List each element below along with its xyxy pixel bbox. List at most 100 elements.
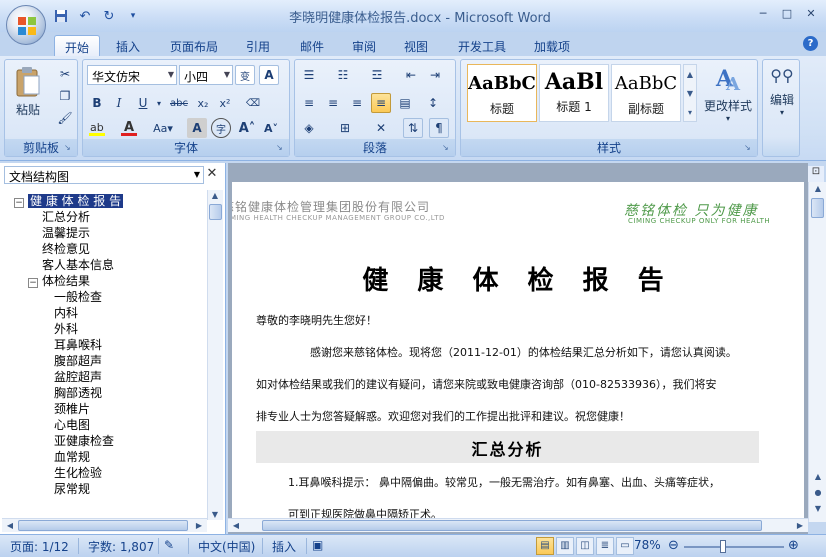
nav-item[interactable]: 胸部透视 — [54, 384, 102, 401]
subscript-icon[interactable]: x₂ — [193, 93, 213, 113]
scroll-up-icon[interactable]: ▲ — [811, 184, 825, 193]
style-title[interactable]: AaBbC 标题 — [467, 64, 537, 122]
font-name-combo[interactable]: 华文仿宋 ▼ — [87, 65, 177, 85]
align-left-icon[interactable]: ≡ — [299, 93, 319, 113]
nav-item[interactable]: 汇总分析 — [42, 208, 90, 225]
document-vscroll[interactable]: ▲ ▲ ● ▼ — [808, 182, 826, 522]
nav-item[interactable]: 客人基本信息 — [42, 256, 114, 273]
line-spacing-icon[interactable]: ↕ — [423, 93, 443, 113]
close-pane-icon[interactable]: ✕ — [205, 166, 219, 184]
scroll-thumb[interactable] — [18, 520, 188, 531]
document-hscroll[interactable]: ◀ ▶ — [228, 518, 808, 532]
save-icon[interactable] — [52, 7, 70, 25]
scroll-up-icon[interactable]: ▲ — [208, 191, 222, 200]
browse-object-icon[interactable]: ● — [811, 488, 825, 497]
language-indicator[interactable]: 中文(中国) — [198, 538, 255, 555]
nav-item[interactable]: 腹部超声 — [54, 352, 102, 369]
minimize-button[interactable]: ─ — [752, 4, 774, 22]
sort-icon[interactable]: ⇅ — [403, 118, 423, 138]
full-screen-reading-icon[interactable]: ▥ — [556, 537, 574, 555]
strikethrough-icon[interactable]: abc — [169, 93, 189, 113]
nav-item[interactable]: 耳鼻喉科 — [54, 336, 102, 353]
customize-qat-icon[interactable]: ▾ — [124, 7, 142, 25]
collapse-toggle-icon[interactable]: − — [28, 278, 38, 288]
font-size-combo[interactable]: 小四 ▼ — [179, 65, 233, 85]
numbering-icon[interactable]: ☷ — [333, 65, 353, 85]
scroll-right-icon[interactable]: ▶ — [793, 521, 807, 530]
scroll-right-icon[interactable]: ▶ — [192, 521, 206, 530]
font-color-icon[interactable]: A — [119, 118, 139, 138]
tab-home[interactable]: 开始 — [54, 35, 101, 56]
nav-item[interactable]: 生化检验 — [54, 464, 102, 481]
tab-view[interactable]: 视图 — [394, 35, 438, 56]
shading-icon[interactable]: ◈ — [299, 118, 319, 138]
nav-item[interactable]: 颈椎片 — [54, 400, 90, 417]
editing-button[interactable]: ⚲⚲ 编辑 ▾ — [767, 66, 797, 132]
style-heading1[interactable]: AaBl 标题 1 — [539, 64, 609, 122]
align-center-icon[interactable]: ≡ — [323, 93, 343, 113]
enclose-char-icon[interactable]: 字 — [211, 118, 231, 138]
document-map-selector[interactable]: 文档结构图 ▼ — [4, 166, 204, 184]
increase-indent-icon[interactable]: ⇥ — [425, 65, 445, 85]
print-layout-icon[interactable]: ▤ — [536, 537, 554, 555]
borders-icon[interactable]: ⊞ — [335, 118, 355, 138]
tab-insert[interactable]: 插入 — [106, 35, 150, 56]
tab-addins[interactable]: 加载项 — [524, 35, 580, 56]
nav-item[interactable]: 尿常规 — [54, 480, 90, 497]
zoom-slider[interactable] — [684, 546, 784, 548]
bold-icon[interactable]: B — [87, 93, 107, 113]
grow-font-icon[interactable]: A˄ — [237, 118, 257, 138]
show-marks-icon[interactable]: ¶ — [429, 118, 449, 138]
format-painter-icon[interactable]: 🖌 — [55, 108, 75, 128]
nav-item[interactable]: 一般检查 — [54, 288, 102, 305]
nav-item[interactable]: 盆腔超声 — [54, 368, 102, 385]
multilevel-list-icon[interactable]: ☲ — [367, 65, 387, 85]
ruler-toggle-icon[interactable]: ⊡ — [808, 166, 824, 182]
page-count[interactable]: 页面: 1/12 — [10, 538, 69, 555]
zoom-in-icon[interactable]: ⊕ — [788, 538, 799, 553]
tab-references[interactable]: 引用 — [236, 35, 280, 56]
nav-item[interactable]: 心电图 — [54, 416, 90, 433]
redo-icon[interactable]: ↻ — [100, 7, 118, 25]
font-launcher-icon[interactable]: ↘ — [276, 143, 286, 153]
font-size-menu-icon[interactable]: Aa▾ — [153, 118, 173, 138]
change-case-icon[interactable]: 变 — [235, 65, 255, 85]
undo-icon[interactable]: ↶ — [76, 7, 94, 25]
tab-review[interactable]: 审阅 — [342, 35, 386, 56]
tab-page-layout[interactable]: 页面布局 — [160, 35, 228, 56]
char-shading-icon[interactable]: A — [187, 118, 207, 138]
shrink-font-icon[interactable]: A˅ — [261, 118, 281, 138]
office-button[interactable] — [6, 5, 46, 45]
close-button[interactable]: ✕ — [800, 4, 822, 22]
paste-button[interactable]: 粘贴 — [11, 66, 45, 126]
nav-item[interactable]: 亚健康检查 — [54, 432, 114, 449]
decrease-indent-icon[interactable]: ⇤ — [401, 65, 421, 85]
previous-page-icon[interactable]: ▲ — [811, 472, 825, 481]
paragraph-launcher-icon[interactable]: ↘ — [442, 143, 452, 153]
char-border-icon[interactable]: A — [259, 65, 279, 85]
nav-item[interactable]: 血常规 — [54, 448, 90, 465]
next-page-icon[interactable]: ▼ — [811, 504, 825, 513]
superscript-icon[interactable]: x² — [215, 93, 235, 113]
proofing-icon[interactable]: ✎ — [164, 538, 174, 552]
justify-icon[interactable]: ≡ — [371, 93, 391, 113]
distributed-icon[interactable]: ▤ — [395, 93, 415, 113]
nav-item[interactable]: − 健 康 体 检 报 告 — [14, 192, 124, 209]
cut-icon[interactable]: ✂ — [55, 64, 75, 84]
highlight-icon[interactable]: ab — [87, 118, 107, 138]
scroll-left-icon[interactable]: ◀ — [229, 521, 243, 530]
styles-scroll[interactable]: ▲ ▼ ▾ — [683, 64, 697, 122]
insert-mode[interactable]: 插入 — [272, 538, 296, 555]
scroll-down-icon[interactable]: ▼ — [208, 510, 222, 519]
styles-launcher-icon[interactable]: ↘ — [744, 143, 754, 153]
change-styles-button[interactable]: AA 更改样式 ▾ — [701, 64, 755, 130]
outline-view-icon[interactable]: ≣ — [596, 537, 614, 555]
web-layout-icon[interactable]: ◫ — [576, 537, 594, 555]
copy-icon[interactable]: ❐ — [55, 86, 75, 106]
italic-icon[interactable]: I — [109, 93, 129, 113]
zoom-slider-thumb[interactable] — [720, 540, 726, 553]
nav-item[interactable]: 内科 — [54, 304, 78, 321]
chevron-down-icon[interactable]: ▾ — [149, 93, 169, 113]
bullets-icon[interactable]: ☰ — [299, 65, 319, 85]
tab-mailings[interactable]: 邮件 — [290, 35, 334, 56]
